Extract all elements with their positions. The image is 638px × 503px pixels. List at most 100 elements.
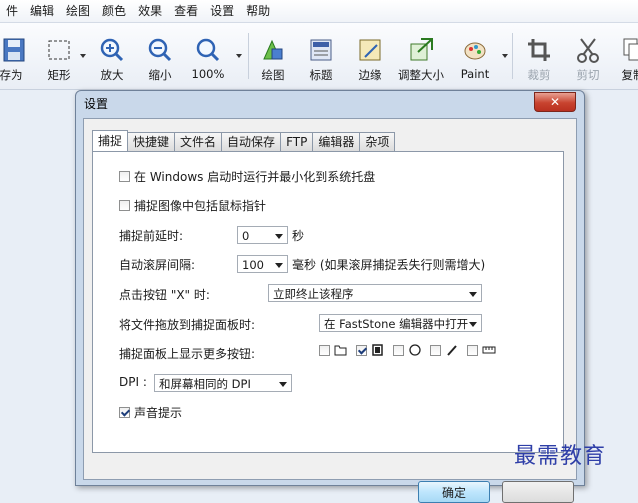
x-button-label-row: 点击按钮 "X" 时:	[119, 286, 210, 303]
more-button-ruler-checkbox[interactable]	[467, 344, 478, 356]
drag-file-label: 将文件拖放到捕捉面板时:	[119, 318, 256, 332]
minimize-to-tray-checkbox[interactable]	[119, 171, 130, 182]
capture-panel: 在 Windows 启动时运行并最小化到系统托盘 捕捉图像中包括鼠标指针 捕捉前…	[92, 151, 564, 453]
minimize-to-tray-label: 在 Windows 启动时运行并最小化到系统托盘	[134, 170, 376, 184]
tab-autosave[interactable]: 自动保存	[221, 132, 282, 151]
scroll-interval-unit: 毫秒 (如果滚屏捕捉丢失行则需增大)	[292, 258, 486, 272]
delay-select[interactable]: 0	[237, 226, 288, 244]
chevron-down-icon	[469, 322, 477, 327]
magnifier-icon	[408, 344, 422, 356]
delay-unit-row: 秒	[292, 227, 304, 244]
dialog-body: 捕捉 快捷键 文件名 自动保存 FTP 编辑器 杂项 在 Windows 启动时…	[83, 118, 577, 503]
crop-icon	[524, 35, 554, 65]
menu-view[interactable]: 查看	[168, 0, 204, 22]
rectangle-select-icon	[44, 35, 74, 65]
toolbar-separator	[248, 33, 249, 79]
sound-option[interactable]: 声音提示	[119, 404, 182, 421]
tab-editor[interactable]: 编辑器	[312, 132, 361, 151]
zoom-100-button[interactable]: 100%	[185, 25, 231, 81]
dpi-label: DPI :	[119, 375, 147, 389]
zoom-in-icon	[97, 35, 127, 65]
chevron-down-icon[interactable]	[502, 54, 508, 58]
more-button-open-checkbox[interactable]	[319, 344, 330, 356]
caption-icon	[306, 35, 336, 65]
chevron-down-icon[interactable]	[80, 54, 86, 58]
chevron-down-icon	[275, 263, 283, 268]
menu-color[interactable]: 颜色	[96, 0, 132, 22]
include-cursor-option[interactable]: 捕捉图像中包括鼠标指针	[119, 197, 266, 214]
chevron-down-icon	[469, 292, 477, 297]
zoom-100-icon	[193, 35, 223, 65]
open-folder-icon	[334, 344, 348, 356]
minimize-to-tray-option[interactable]: 在 Windows 启动时运行并最小化到系统托盘	[119, 168, 375, 185]
menu-bar: 件 编辑 绘图 颜色 效果 查看 设置 帮助	[0, 0, 638, 23]
ok-button[interactable]: 确定	[418, 481, 490, 503]
watermark-logo: 最需教育	[514, 444, 607, 469]
toolbar: 存为 矩形 放大 缩小 100% 绘图 标题 边缘 调整大小 Paint 裁剪 …	[0, 23, 638, 90]
drag-file-label-row: 将文件拖放到捕捉面板时:	[119, 316, 255, 333]
ruler-icon	[482, 344, 496, 356]
paint-button[interactable]: Paint	[452, 25, 498, 81]
zoom-in-button[interactable]: 放大	[89, 25, 135, 83]
more-buttons-group	[319, 344, 504, 356]
scroll-interval-select[interactable]: 100	[237, 255, 288, 273]
film-icon	[371, 344, 385, 356]
edge-icon	[355, 35, 385, 65]
x-button-label: 点击按钮 "X" 时:	[119, 288, 210, 302]
scroll-interval-unit-row: 毫秒 (如果滚屏捕捉丢失行则需增大)	[292, 256, 485, 273]
tab-bar: 捕捉 快捷键 文件名 自动保存 FTP 编辑器 杂项	[92, 130, 396, 151]
sound-checkbox[interactable]	[119, 407, 130, 418]
tab-ftp[interactable]: FTP	[280, 132, 314, 151]
delay-label-row: 捕捉前延时:	[119, 227, 183, 244]
zoom-out-icon	[145, 35, 175, 65]
menu-settings[interactable]: 设置	[204, 0, 240, 22]
rectangle-select-button[interactable]: 矩形	[36, 25, 82, 83]
chevron-down-icon	[275, 234, 283, 239]
cancel-button[interactable]	[502, 481, 574, 503]
scroll-interval-label-row: 自动滚屏间隔:	[119, 256, 195, 273]
tab-misc[interactable]: 杂项	[359, 132, 396, 151]
save-as-button[interactable]: 存为	[0, 25, 34, 83]
menu-effects[interactable]: 效果	[132, 0, 168, 22]
draw-icon	[258, 35, 288, 65]
more-button-color-picker-checkbox[interactable]	[430, 344, 441, 356]
tab-hotkeys[interactable]: 快捷键	[127, 132, 176, 151]
more-buttons-label-row: 捕捉面板上显示更多按钮:	[119, 345, 255, 362]
include-cursor-label: 捕捉图像中包括鼠标指针	[134, 199, 267, 213]
include-cursor-checkbox[interactable]	[119, 200, 130, 211]
copy-icon	[618, 35, 638, 65]
paint-icon	[460, 35, 490, 65]
save-icon	[0, 35, 26, 65]
color-picker-icon	[445, 344, 459, 356]
toolbar-separator	[512, 33, 513, 79]
cut-button[interactable]: 剪切	[565, 25, 611, 83]
tab-capture[interactable]: 捕捉	[92, 130, 129, 151]
edge-button[interactable]: 边缘	[347, 25, 393, 83]
chevron-down-icon[interactable]	[236, 54, 242, 58]
drag-file-select[interactable]: 在 FastStone 编辑器中打开	[319, 314, 482, 332]
menu-draw[interactable]: 绘图	[60, 0, 96, 22]
draw-button[interactable]: 绘图	[250, 25, 296, 83]
menu-file[interactable]: 件	[0, 0, 24, 22]
delay-label: 捕捉前延时:	[119, 229, 184, 243]
chevron-down-icon	[279, 382, 287, 387]
more-button-magnifier-checkbox[interactable]	[393, 344, 404, 356]
cut-icon	[573, 35, 603, 65]
sound-label: 声音提示	[134, 406, 183, 420]
x-button-select[interactable]: 立即终止该程序	[268, 284, 482, 302]
more-button-film-checkbox[interactable]	[356, 344, 367, 356]
menu-help[interactable]: 帮助	[240, 0, 276, 22]
menu-edit[interactable]: 编辑	[24, 0, 60, 22]
delay-unit: 秒	[292, 229, 305, 243]
dpi-label-row: DPI :	[119, 375, 147, 389]
crop-button[interactable]: 裁剪	[516, 25, 562, 83]
copy-button[interactable]: 复制	[610, 25, 638, 83]
tab-filename[interactable]: 文件名	[174, 132, 223, 151]
dialog-title: 设置	[84, 97, 109, 111]
close-button[interactable]: ✕	[534, 92, 576, 112]
caption-button[interactable]: 标题	[298, 25, 344, 83]
more-buttons-label: 捕捉面板上显示更多按钮:	[119, 347, 256, 361]
resize-button[interactable]: 调整大小	[398, 25, 444, 83]
dpi-select[interactable]: 和屏幕相同的 DPI	[154, 374, 292, 392]
zoom-out-button[interactable]: 缩小	[137, 25, 183, 83]
